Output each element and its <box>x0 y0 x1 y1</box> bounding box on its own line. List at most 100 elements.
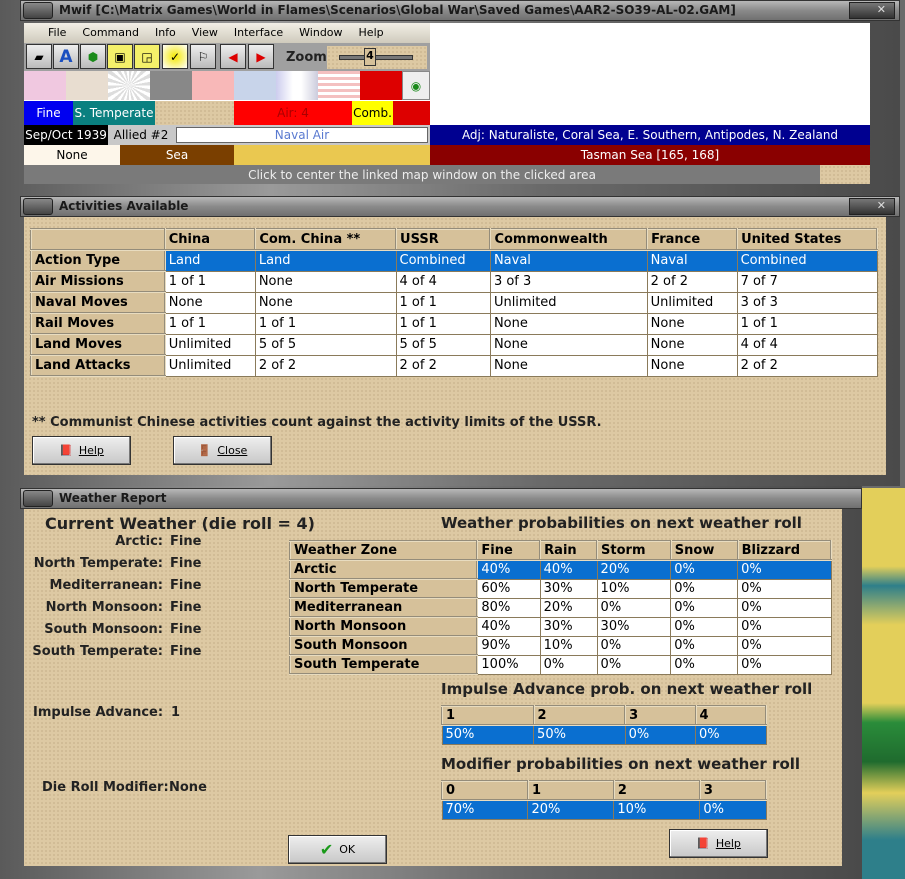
map-view[interactable] <box>862 488 905 879</box>
text-icon[interactable]: A <box>53 44 79 69</box>
zoom-slider[interactable]: 4 <box>327 46 427 69</box>
zone-weather: Fine <box>170 644 202 659</box>
table-row[interactable]: North Temperate 60% 30% 10% 0% 0% <box>288 578 832 599</box>
column-header: Com. China ** <box>254 228 398 251</box>
table-cell: 0% <box>737 616 832 637</box>
stack-icon[interactable]: ▣ <box>107 44 133 69</box>
table-cell: 3 of 3 <box>736 291 878 314</box>
hex-icon[interactable]: ⬢ <box>80 44 106 69</box>
activities-title-bar[interactable]: Activities Available ✕ <box>20 196 900 217</box>
table-row[interactable]: Action Type Land Land Combined Naval Naval Com… <box>30 249 878 272</box>
table-cell: 0% <box>699 799 767 820</box>
table-cell: None <box>164 291 256 314</box>
table-cell: 4 of 4 <box>395 270 491 293</box>
current-weather-title: Current Weather (die roll = 4) <box>45 514 315 533</box>
column-header: 4 <box>694 705 768 726</box>
table-cell: None <box>646 312 738 335</box>
flag-commonwealth[interactable] <box>234 71 276 100</box>
column-header: USSR <box>395 228 492 251</box>
arrow-right-icon[interactable]: ▶ <box>248 44 274 69</box>
close-window-button[interactable]: 🚪 Close <box>173 436 272 465</box>
table-cell: 20% <box>596 559 672 580</box>
table-row[interactable]: 50% 50% 0% 0% <box>441 724 767 745</box>
flag-ussr[interactable] <box>360 71 402 100</box>
ok-button[interactable]: ✔ OK <box>288 835 387 864</box>
table-cell: Combined <box>736 249 878 272</box>
area-status: Tasman Sea [165, 168] <box>430 145 870 165</box>
table-cell: Land <box>254 249 397 272</box>
window-title: Activities Available <box>59 199 189 213</box>
menu-file[interactable]: File <box>48 26 66 43</box>
activities-table: China Com. China ** USSR Commonwealth France… <box>30 228 878 377</box>
menu-view[interactable]: View <box>192 26 218 43</box>
row-header: North Monsoon <box>288 616 479 637</box>
table-row[interactable]: Naval Moves None None 1 of 1 Unlimited Unlimi… <box>30 291 878 314</box>
column-header: 2 <box>612 780 701 801</box>
column-header: China <box>163 228 257 251</box>
menu-interface[interactable]: Interface <box>234 26 283 43</box>
table-cell: 1 of 1 <box>254 312 397 335</box>
main-title-bar[interactable]: Mwif [C:\Matrix Games\World in Flames\Sc… <box>20 0 900 21</box>
weather-help-button[interactable]: 📕 Help <box>669 829 768 858</box>
impulse-title: Impulse Advance prob. on next weather ro… <box>441 680 813 698</box>
mode-field[interactable]: Naval Air <box>176 127 428 143</box>
table-cell: 1 of 1 <box>395 291 491 314</box>
table-row[interactable]: Air Missions 1 of 1 None 4 of 43 of 32 of 2… <box>30 270 878 293</box>
menu-window[interactable]: Window <box>299 26 342 43</box>
table-row[interactable]: Land Moves Unlimited 5 of 55 of 5 None None 4… <box>30 333 878 356</box>
table-cell: 0% <box>737 597 832 618</box>
table-cell: 100% <box>476 654 541 675</box>
column-header: Rain <box>539 540 599 561</box>
zone-label: Mediterranean: <box>49 578 163 593</box>
arrow-left-icon[interactable]: ◀ <box>220 44 246 69</box>
table-row[interactable]: North Monsoon 40% 30% 30% 0% 0% <box>288 616 832 637</box>
zoom-thumb[interactable]: 4 <box>364 48 376 66</box>
table-row[interactable]: South Monsoon 90% 10% 0% 0% 0% <box>288 635 832 656</box>
check-icon[interactable]: ✓ <box>162 44 188 69</box>
flag-japan[interactable] <box>108 71 150 100</box>
prob-title: Weather probabilities on next weather ro… <box>441 514 802 532</box>
table-cell: Land <box>164 249 256 272</box>
table-cell: Naval <box>646 249 738 272</box>
close-button[interactable]: ✕ <box>849 2 895 19</box>
flag-icon[interactable]: ⚐ <box>190 44 216 69</box>
table-cell: 1 of 1 <box>736 312 878 335</box>
row-header: Action Type <box>30 249 166 272</box>
close-button[interactable]: ✕ <box>849 198 895 215</box>
menu-help[interactable]: Help <box>359 26 384 43</box>
table-row[interactable]: 70% 20% 10% 0% <box>441 799 767 820</box>
zone-weather: Fine <box>170 622 202 637</box>
table-row[interactable]: Land Attacks Unlimited 2 of 22 of 2 None Non… <box>30 354 878 377</box>
counter-icon[interactable]: ◲ <box>134 44 160 69</box>
weather-title-bar[interactable]: Weather Report <box>20 488 862 509</box>
unit-icon[interactable]: ▰ <box>26 44 52 69</box>
table-cell: 3 of 3 <box>489 270 648 293</box>
window-title: Weather Report <box>59 491 167 505</box>
window-menu-button[interactable] <box>23 198 53 215</box>
menu-command[interactable]: Command <box>82 26 139 43</box>
menu-info[interactable]: Info <box>155 26 176 43</box>
column-header: 2 <box>532 705 627 726</box>
window-menu-button[interactable] <box>23 490 53 507</box>
row-header: Arctic <box>288 559 479 580</box>
table-row[interactable]: Mediterranean 80% 20% 0% 0% 0% <box>288 597 832 618</box>
table-row[interactable]: Rail Moves 1 of 11 of 11 of 1 None None 1 of… <box>30 312 878 335</box>
column-header: Weather Zone <box>288 540 479 561</box>
window-menu-button[interactable] <box>23 2 53 19</box>
flag-italy[interactable] <box>66 71 108 100</box>
column-header: 3 <box>624 705 697 726</box>
help-button[interactable]: 📕 Help <box>32 436 131 465</box>
impulse-table: 1 2 3 4 50% 50% 0% 0% <box>441 705 768 745</box>
flag-germany[interactable] <box>24 71 66 100</box>
table-cell: 10% <box>596 578 672 599</box>
row-header: North Temperate <box>288 578 479 599</box>
table-row[interactable]: South Temperate 100% 0% 0% 0% 0% <box>288 654 832 675</box>
flag-china[interactable] <box>192 71 234 100</box>
table-cell: Unlimited <box>164 333 256 356</box>
zone-label: North Monsoon: <box>45 600 163 615</box>
flag-usa[interactable] <box>318 71 360 100</box>
target-icon[interactable]: ◉ <box>402 71 430 100</box>
flag-france[interactable] <box>276 71 318 100</box>
table-row[interactable]: Arctic 40% 40% 20% 0% 0% <box>288 559 832 580</box>
table-cell: 0% <box>596 635 672 656</box>
